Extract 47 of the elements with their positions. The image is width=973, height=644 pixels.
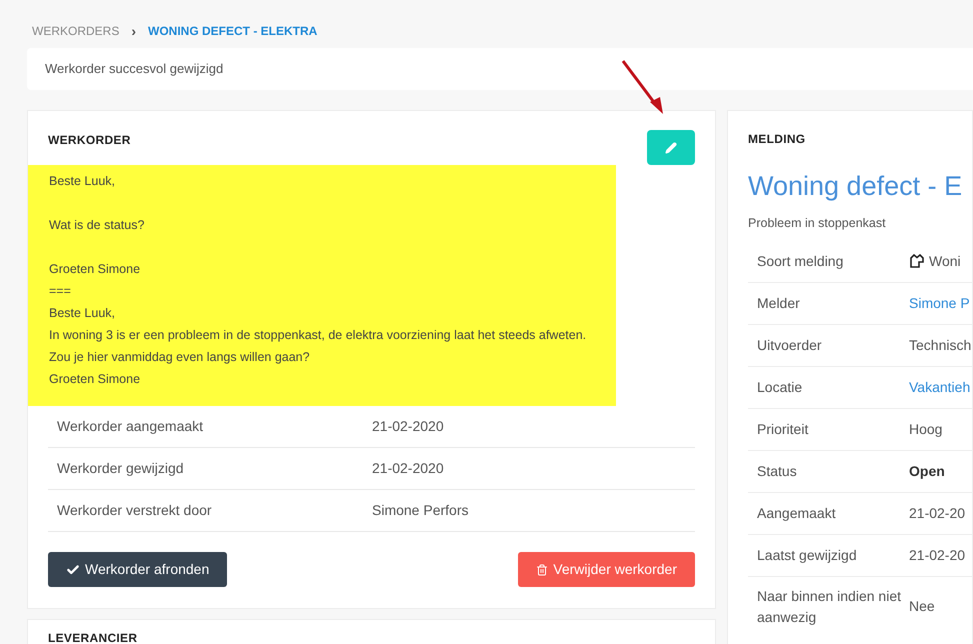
complete-button[interactable]: Werkorder afronden (48, 552, 228, 587)
trash-icon (536, 564, 548, 576)
success-alert: Werkorder succesvol gewijzigd (27, 48, 973, 90)
row-value: Hoog (909, 420, 942, 439)
row-label: Naar binnen indien niet aanwezig (756, 586, 902, 627)
delete-button[interactable]: Verwijder werkorder (518, 552, 695, 587)
row-label: Laatst gewijzigd (756, 546, 858, 565)
message-line: Beste Luuk, (49, 305, 116, 322)
message-line: Zou je hier vanmiddag even langs willen gaan? (49, 349, 311, 366)
row-label: Werkorder aangemaakt (56, 417, 204, 436)
row-label: Uitvoerder (756, 336, 823, 355)
row-label: Prioriteit (756, 420, 810, 439)
edit-button[interactable] (647, 130, 695, 165)
message-line: === (49, 283, 72, 300)
row-label: Soort melding (756, 252, 844, 271)
melding-subtitle: Probleem in stoppenkast (748, 215, 887, 232)
row-value: Nee (909, 597, 935, 616)
melding-heading: Woning defect - E (748, 170, 964, 203)
row-value: 21-02-2020 (372, 459, 444, 478)
check-icon (66, 562, 80, 576)
row-value[interactable]: Vakantieh (909, 376, 970, 398)
row-value: Simone Perfors (372, 501, 468, 520)
card-title: LEVERANCIER (48, 631, 138, 644)
row-value: Technisch (909, 336, 972, 355)
row-label: Werkorder gewijzigd (56, 459, 185, 478)
breadcrumb-link[interactable]: WONING DEFECT - ELEKTRA (148, 22, 318, 40)
chevron-icon: › (131, 20, 136, 42)
row-value: Open (909, 462, 945, 481)
row-label: Aangemaakt (756, 504, 837, 523)
message-line: Groeten Simone (49, 371, 142, 388)
message-line: In woning 3 is er een probleem in de stoppenkast, de elektra voorziening laat het steeds afweten. (49, 327, 588, 344)
message-line: Wat is de status? (49, 217, 146, 234)
row-label: Locatie (756, 378, 804, 397)
breadcrumb-link[interactable]: WERKORDERS (32, 22, 120, 40)
message-line: Beste Luuk, (49, 173, 116, 190)
row-value[interactable]: Simone P (909, 292, 970, 314)
row-label: Werkorder verstrekt door (56, 501, 213, 520)
row-value: 21-02-20 (909, 504, 966, 523)
row-label: Melder (756, 294, 801, 313)
row-label: Status (756, 462, 798, 481)
card-title: WERKORDER (48, 132, 131, 149)
row-value: 21-02-2020 (372, 417, 444, 436)
card-title: MELDING (748, 131, 806, 148)
row-value: 21-02-20 (909, 546, 966, 565)
message-line: Groeten Simone (49, 261, 142, 278)
pencil-icon (665, 142, 677, 154)
row-value: Woni (929, 252, 961, 271)
